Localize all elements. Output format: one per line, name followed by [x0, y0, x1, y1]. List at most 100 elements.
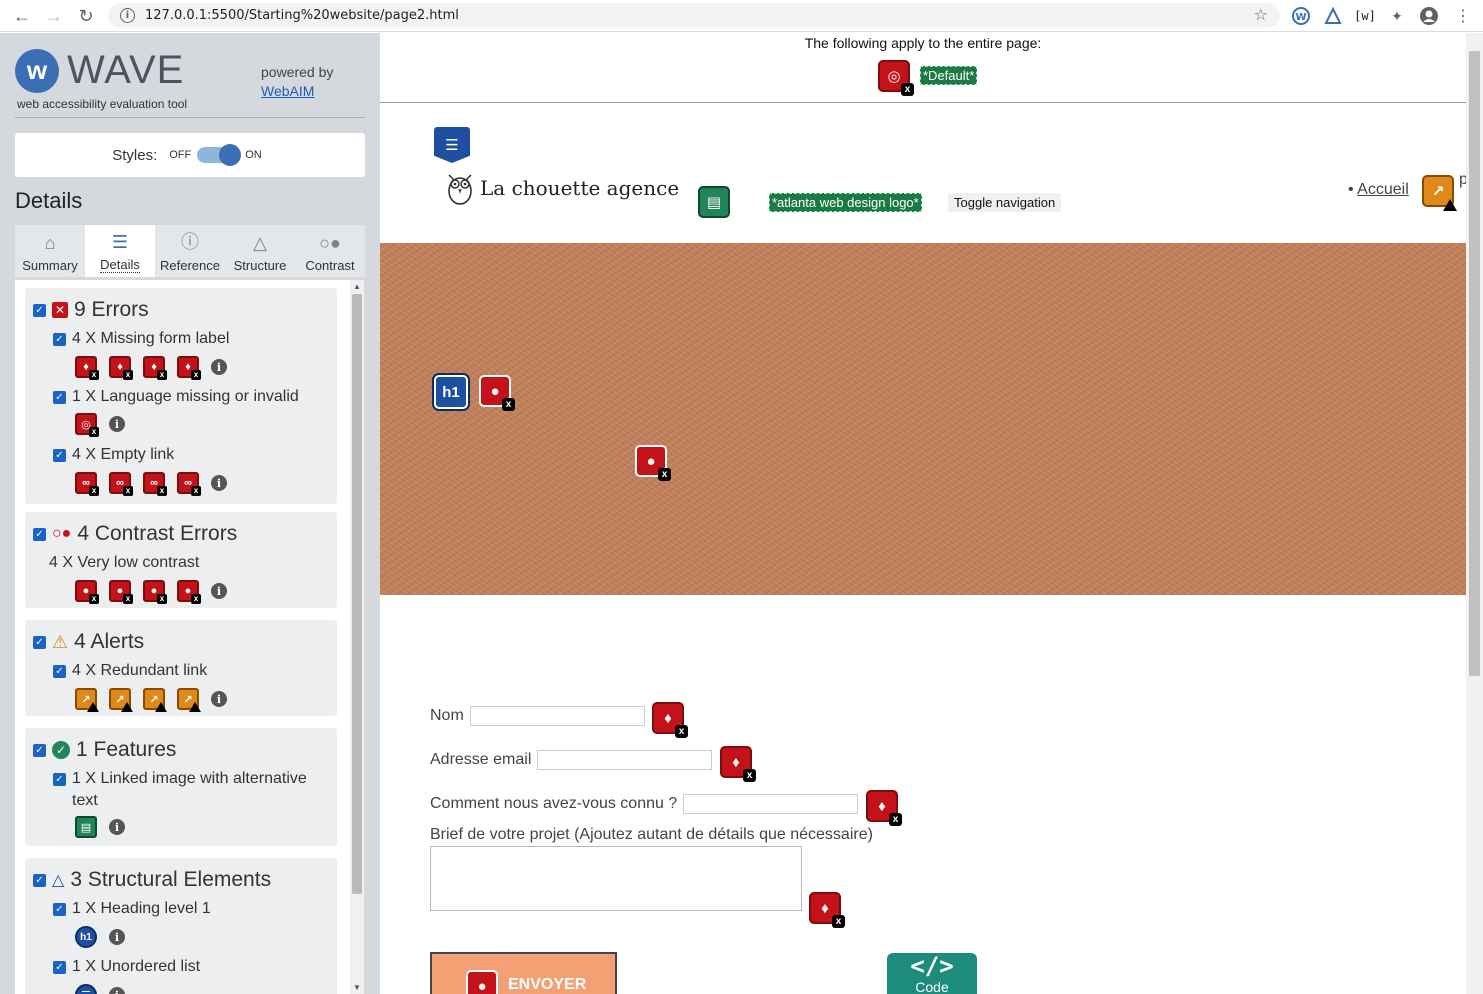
default-language-label: *Default*: [920, 66, 978, 85]
contrast-error-icon[interactable]: ● x: [177, 580, 201, 604]
scroll-up-icon[interactable]: ▲: [353, 282, 361, 291]
link-error-icon[interactable]: ∞ x: [109, 472, 133, 496]
alerts-checkbox[interactable]: ✓: [33, 635, 46, 649]
info-icon[interactable]: i: [109, 416, 125, 432]
styles-toggle[interactable]: [197, 144, 242, 166]
toggle-navigation-button[interactable]: Toggle navigation: [948, 193, 1062, 212]
tab-details[interactable]: ☰ Details: [85, 225, 155, 277]
redundant-link-alert-icon[interactable]: ↗: [109, 688, 133, 712]
reload-icon[interactable]: ↻: [72, 2, 100, 30]
form-label-error-icon[interactable]: ♦ x: [143, 356, 167, 380]
wave-extension-icon[interactable]: [w]: [1354, 5, 1376, 27]
h1-structure-icon[interactable]: h1: [434, 375, 468, 409]
wave-sidebar: w WAVE web accessibility evaluation tool…: [0, 33, 380, 994]
item-checkbox[interactable]: ✓: [53, 333, 66, 346]
tab-contrast[interactable]: ○● Contrast: [295, 225, 365, 277]
contrast-error-icon[interactable]: ● x: [635, 445, 671, 481]
info-icon[interactable]: i: [211, 583, 227, 599]
submit-button[interactable]: ● ENVOYER: [430, 952, 617, 994]
css-structure-icon[interactable]: ☰: [434, 127, 470, 163]
errors-checkbox[interactable]: ✓: [33, 303, 46, 317]
scrollbar-thumb[interactable]: [352, 294, 362, 894]
menu-dots-icon[interactable]: ⋮: [1452, 5, 1474, 27]
bookmark-star-icon[interactable]: ☆: [1254, 5, 1268, 24]
contrast-error-icon[interactable]: ● x: [109, 580, 133, 604]
wave-tabs: ⌂ Summary ☰ Details ⓘ Reference △ Struct…: [15, 225, 365, 277]
item-label: 1 X Heading level 1: [72, 900, 211, 917]
link-error-icon[interactable]: ∞ x: [177, 472, 201, 496]
language-icons: ◎ x i: [75, 413, 125, 437]
nom-input[interactable]: [469, 706, 645, 726]
styles-off-label: OFF: [169, 149, 192, 161]
linked-image-feature-icon[interactable]: ▤: [698, 186, 730, 218]
info-icon[interactable]: i: [109, 929, 125, 945]
sidebar-scrollbar[interactable]: ▲ ▼: [350, 280, 364, 994]
item-checkbox[interactable]: ✓: [53, 903, 66, 916]
redundant-link-alert-icon[interactable]: ↗: [177, 688, 201, 712]
item-label: 1 X Linked image with alternative text: [72, 770, 307, 809]
contrast-error-icon[interactable]: ● x: [75, 580, 99, 604]
structure-header: ✓ △ 3 Structural Elements: [33, 868, 271, 892]
source-input[interactable]: [683, 794, 859, 814]
profile-icon[interactable]: [1418, 5, 1440, 27]
language-error-icon[interactable]: ◎ x: [878, 60, 914, 96]
code-badge[interactable]: </> Code: [887, 953, 977, 994]
tab-structure[interactable]: △ Structure: [225, 225, 295, 277]
tab-summary[interactable]: ⌂ Summary: [15, 225, 85, 277]
info-icon[interactable]: i: [211, 691, 227, 707]
item-checkbox[interactable]: ✓: [53, 391, 66, 404]
form-label-error-icon[interactable]: ♦ x: [109, 356, 133, 380]
powered-by: powered by WebAIM: [261, 63, 333, 101]
tab-reference[interactable]: ⓘ Reference: [155, 225, 225, 277]
h1-structure-icon[interactable]: h1: [75, 926, 97, 948]
check-icon: ✓: [52, 741, 70, 759]
item-checkbox[interactable]: ✓: [53, 773, 66, 786]
list-structure-icon[interactable]: ☰: [75, 984, 97, 994]
info-icon[interactable]: i: [211, 359, 227, 375]
code-icon: </>: [910, 952, 954, 980]
webaim-link[interactable]: WebAIM: [261, 83, 314, 99]
form-label-error-icon[interactable]: ♦ x: [720, 746, 756, 782]
item-checkbox[interactable]: ✓: [53, 961, 66, 974]
form-label-error-icon[interactable]: ♦ x: [652, 702, 688, 738]
redundant-link-item: ✓ 4 X Redundant link: [53, 660, 207, 682]
email-input[interactable]: [537, 750, 713, 770]
forward-icon[interactable]: →: [40, 2, 68, 30]
item-label: 1 X Unordered list: [72, 958, 201, 975]
triangle-extension-icon[interactable]: [1322, 5, 1344, 27]
nav-link-accueil[interactable]: Accueil: [1357, 181, 1409, 198]
info-icon[interactable]: i: [109, 819, 125, 835]
link-error-icon[interactable]: ∞ x: [75, 472, 99, 496]
page-scrollbar-thumb[interactable]: [1469, 51, 1480, 676]
brand-logo[interactable]: La chouette agence: [446, 171, 679, 205]
extensions-puzzle-icon[interactable]: ✦: [1386, 5, 1408, 27]
wordpress-extension-icon[interactable]: W: [1290, 5, 1312, 27]
brief-textarea[interactable]: [430, 846, 802, 911]
contrast-checkbox[interactable]: ✓: [33, 527, 46, 541]
back-icon[interactable]: ←: [8, 2, 36, 30]
link-error-icon[interactable]: ∞ x: [143, 472, 167, 496]
h1-badge-text: h1: [442, 383, 460, 401]
info-icon[interactable]: i: [211, 475, 227, 491]
features-checkbox[interactable]: ✓: [33, 743, 46, 757]
globe-error-icon[interactable]: ◎ x: [75, 413, 99, 437]
form-label-error-icon[interactable]: ♦ x: [866, 790, 902, 826]
structure-checkbox[interactable]: ✓: [33, 873, 46, 887]
info-icon[interactable]: i: [109, 987, 125, 994]
form-label-error-icon[interactable]: ♦ x: [809, 892, 845, 928]
form-label-error-icon[interactable]: ♦ x: [177, 356, 201, 380]
page-scrollbar[interactable]: [1466, 33, 1483, 994]
redundant-link-alert-icon[interactable]: ↗: [75, 688, 99, 712]
redundant-link-alert-icon[interactable]: ↗: [143, 688, 167, 712]
linked-image-feature-icon[interactable]: ▤: [75, 816, 97, 838]
contrast-error-icon[interactable]: ● x: [479, 375, 515, 411]
form-label-error-icon[interactable]: ♦ x: [75, 356, 99, 380]
svg-text:W: W: [1295, 12, 1306, 23]
contrast-error-icon[interactable]: ● x: [143, 580, 167, 604]
item-checkbox[interactable]: ✓: [53, 449, 66, 462]
redundant-link-alert-icon[interactable]: ↗: [1422, 175, 1457, 211]
address-bar[interactable]: i 127.0.0.1:5500/Starting%20website/page…: [108, 3, 1280, 28]
scroll-down-icon[interactable]: ▼: [353, 983, 361, 992]
item-checkbox[interactable]: ✓: [53, 665, 66, 678]
site-info-icon[interactable]: i: [120, 8, 135, 23]
